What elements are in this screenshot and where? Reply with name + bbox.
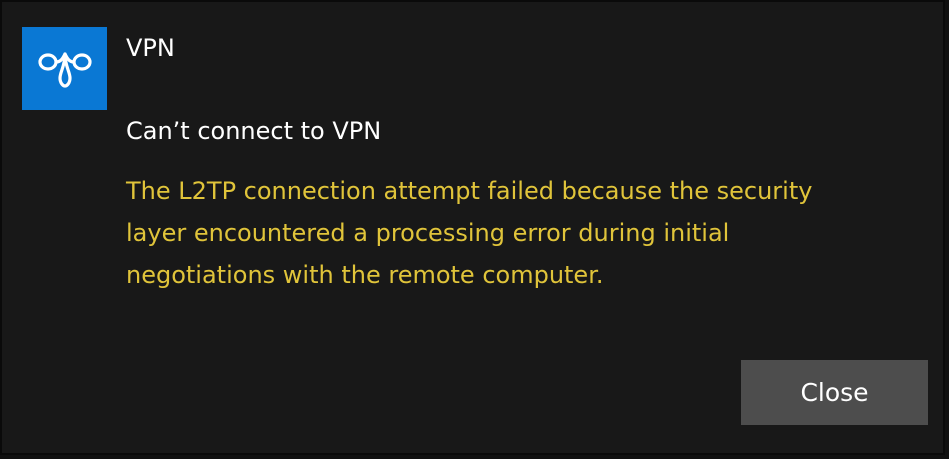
notification-title: Can’t connect to VPN [126, 117, 382, 145]
vpn-icon-glyph [37, 51, 92, 88]
vpn-notification-toast: VPN Can’t connect to VPN The L2TP connec… [0, 0, 945, 455]
close-button[interactable]: Close [741, 360, 928, 425]
app-name: VPN [126, 34, 175, 62]
notification-message: The L2TP connection attempt failed becau… [126, 177, 813, 289]
vpn-icon [22, 27, 107, 110]
